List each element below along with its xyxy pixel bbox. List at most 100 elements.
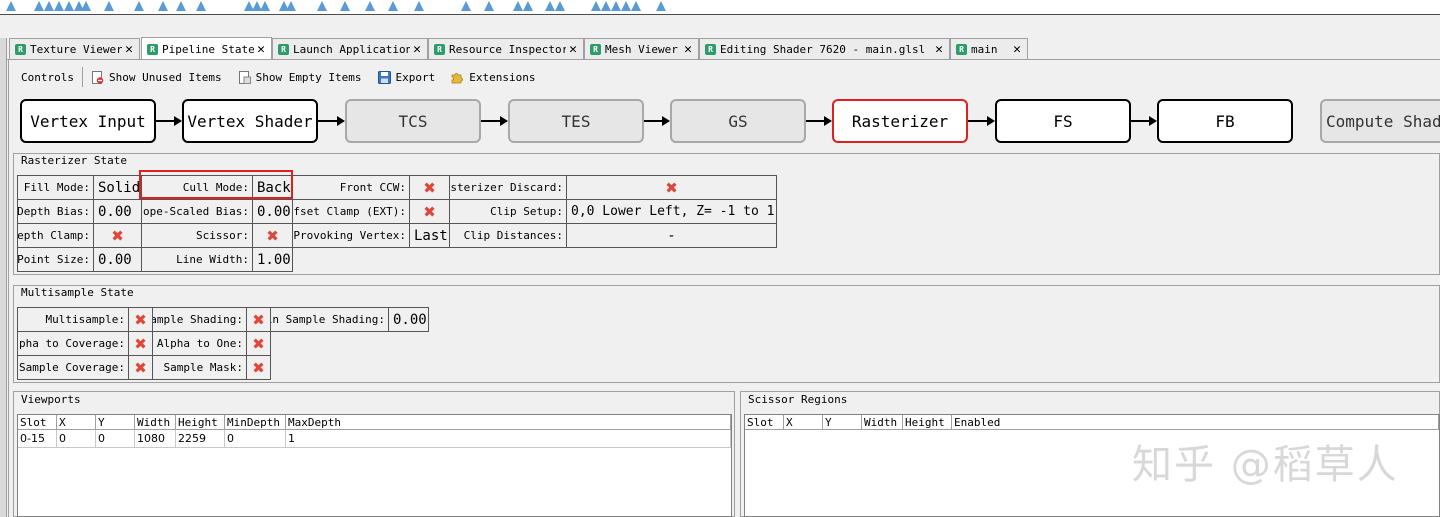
arrowhead-icon [824,116,832,126]
close-icon[interactable]: ✕ [410,42,424,57]
close-icon[interactable]: ✕ [254,42,268,57]
tab-label: main [971,42,998,56]
extensions-label: Extensions [469,70,536,84]
sample-mask-value: ✖ [246,355,271,380]
tab-mesh-viewer[interactable]: R Mesh Viewer ✕ [584,38,699,59]
table-cell[interactable]: 0 [96,430,135,448]
table-cell[interactable]: 0-15 [18,430,57,448]
column-header[interactable]: MinDepth [225,415,286,430]
cross-icon: ✖ [252,310,265,329]
controls-button[interactable]: Controls [13,66,82,88]
tab-editing-shader-7620-main-glsl[interactable]: R Editing Shader 7620 - main.glsl -… ✕ [699,38,950,59]
puzzle-icon [451,72,464,83]
export-button[interactable]: Export [370,66,444,88]
viewports-table[interactable]: Slot X Y Width Height MinDepth MaxDepth 0-15 0 0… [17,414,732,517]
stage-vertex-shader[interactable]: Vertex Shader [182,99,318,143]
triangle-icon [260,1,270,11]
triangle-icon [81,1,91,11]
export-label: Export [395,70,436,84]
column-header[interactable]: Y [96,415,135,430]
column-header[interactable]: Width [862,415,903,430]
fill-mode-label: Fill Mode: [17,175,94,200]
arrowhead-icon [174,116,182,126]
tab-label: Pipeline State [162,42,254,56]
show-unused-items-toggle[interactable]: Show Unused Items [83,66,230,88]
offset-clamp-value: ✖ [409,199,450,224]
triangle-icon [134,1,144,11]
sample-shading-value: ✖ [246,307,271,332]
triangle-icon [317,1,327,11]
line-width-value: 1.00 [252,247,293,272]
column-header[interactable]: Enabled [952,415,1439,430]
stage-tes[interactable]: TES [508,99,644,143]
stage-compute-shader[interactable]: Compute Shader [1320,99,1440,143]
column-header[interactable]: Slot [18,415,57,430]
multisample-state-title: Multisample State [19,286,136,299]
flow-arrow [481,120,502,122]
column-header[interactable]: MaxDepth [286,415,731,430]
alpha-to-one-label: Alpha to One: [152,331,247,356]
table-cell[interactable]: 0 [225,430,286,448]
column-header[interactable]: Height [903,415,952,430]
tab-launch-application[interactable]: R Launch Application ✕ [272,38,428,59]
toolbar: Controls Show Unused Items Show Empty It… [13,64,544,90]
scissor-label: Scissor: [141,223,253,248]
scissor-regions-title: Scissor Regions [746,393,850,406]
triangle-icon [104,1,114,11]
triangle-icon [545,1,555,11]
column-header[interactable]: Slot [745,415,784,430]
stage-gs[interactable]: GS [670,99,806,143]
fill-mode-value: Solid [93,175,142,200]
close-icon[interactable]: ✕ [681,42,695,57]
triangle-icon [591,1,601,11]
point-size-label: Point Size: [17,247,94,272]
table-cell[interactable]: 1 [286,430,731,448]
tab-pipeline-state[interactable]: R Pipeline State ✕ [141,37,272,60]
table-cell[interactable]: 0 [57,430,96,448]
arrowhead-icon [662,116,670,126]
triangle-icon [44,1,54,11]
stage-tcs[interactable]: TCS [345,99,481,143]
close-icon[interactable]: ✕ [1010,42,1024,57]
close-icon[interactable]: ✕ [122,42,136,57]
close-icon[interactable]: ✕ [566,42,580,57]
triangle-icon [196,1,206,11]
depth-clamp-label: Depth Clamp: [17,223,94,248]
triangle-icon [611,1,621,11]
depth-clamp-value: ✖ [93,223,142,248]
sample-mask-label: Sample Mask: [152,355,247,380]
controls-label: Controls [21,70,74,84]
triangle-icon [388,1,398,11]
provoking-vertex-label: Provoking Vertex: [292,223,410,248]
triangle-icon [54,1,64,11]
tab-label: Editing Shader 7620 - main.glsl -… [720,42,932,56]
renderdoc-icon: R [147,43,158,55]
tab-resource-inspector[interactable]: R Resource Inspector ✕ [428,38,584,59]
close-icon[interactable]: ✕ [932,42,946,57]
show-empty-items-toggle[interactable]: Show Empty Items [230,66,370,88]
table-cell[interactable]: 2259 [176,430,225,448]
column-header[interactable]: X [57,415,96,430]
flow-arrow [156,120,176,122]
tab-main[interactable]: Rmain ✕ [950,38,1028,59]
column-header[interactable]: X [784,415,823,430]
column-header[interactable]: Width [135,415,176,430]
extensions-button[interactable]: Extensions [443,66,543,88]
stage-vertex-input[interactable]: Vertex Input [20,99,156,143]
triangle-icon [601,1,611,11]
column-header[interactable]: Height [176,415,225,430]
page-disabled-icon [91,70,104,84]
depth-bias-label: Depth Bias: [17,199,94,224]
column-header[interactable]: Y [823,415,862,430]
empty-page-icon [238,70,251,84]
table-cell[interactable]: 1080 [135,430,176,448]
renderdoc-icon: R [705,43,716,55]
renderdoc-icon: R [590,43,601,55]
stage-rasterizer[interactable]: Rasterizer [832,99,968,143]
stage-fs[interactable]: FS [995,99,1131,143]
tab-texture-viewer[interactable]: R Texture Viewer ✕ [9,38,140,59]
flow-arrow [318,120,339,122]
alpha-to-coverage-label: Alpha to Coverage: [17,331,129,356]
renderdoc-icon: R [15,43,26,55]
stage-fb[interactable]: FB [1157,99,1293,143]
